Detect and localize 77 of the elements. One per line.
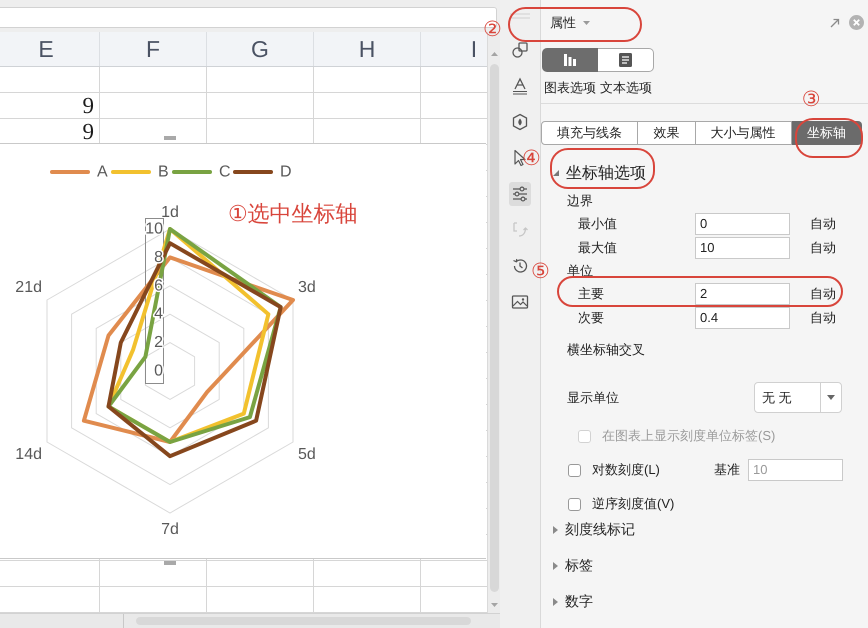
field-label: 次要	[578, 309, 604, 327]
auto-button[interactable]: 自动	[810, 215, 836, 233]
field-label: 显示单位	[567, 388, 619, 406]
input-field[interactable]: 0	[695, 213, 790, 235]
field-label: 最小值	[578, 215, 617, 233]
axis-label: 5d	[298, 446, 316, 463]
scroll-up-icon[interactable]	[490, 52, 498, 56]
scrollbar-thumb[interactable]	[490, 64, 498, 592]
input-field[interactable]: 2	[695, 283, 790, 305]
annotation-text: ①选中坐标轴	[228, 202, 358, 226]
group-label: 横坐标轴交叉	[567, 341, 645, 359]
axis-label: 21d	[15, 279, 42, 296]
table-cell: 9	[0, 93, 100, 118]
axis-label: 1d	[161, 204, 179, 221]
caret-icon	[583, 20, 590, 24]
field-label: 基准	[714, 461, 740, 479]
tab[interactable]: 大小与属性	[696, 121, 792, 145]
axis-label: 7d	[161, 521, 179, 538]
auto-button[interactable]: 自动	[810, 239, 836, 257]
panel-menu-button[interactable]: 属性	[550, 14, 590, 32]
column-header[interactable]: E	[0, 32, 100, 66]
field-label: 主要	[578, 285, 604, 303]
section-header[interactable]: 数字	[553, 590, 593, 614]
horizontal-scrollbar[interactable]	[0, 613, 500, 628]
tick-label: 2	[154, 334, 163, 352]
callout-number: ③	[802, 89, 821, 111]
tick-label: 0	[154, 362, 163, 380]
resize-handle[interactable]	[164, 561, 176, 565]
column-header[interactable]: F	[100, 32, 207, 66]
axis-label: 3d	[298, 279, 316, 296]
section-header[interactable]: 标签	[553, 554, 593, 578]
column-header[interactable]: H	[314, 32, 421, 66]
section-header[interactable]: 坐标轴选项	[553, 161, 646, 185]
resize-handle[interactable]	[164, 136, 176, 140]
diagonal-arrow-icon[interactable]	[830, 18, 840, 28]
auto-button[interactable]: 自动	[810, 285, 836, 303]
axis-label: 14d	[15, 446, 42, 463]
callout-number: ④	[522, 148, 541, 170]
column-header[interactable]: G	[207, 32, 314, 66]
triangle-icon[interactable]	[553, 562, 558, 570]
field-label: 最大值	[578, 239, 617, 257]
drag-handle-icon[interactable]	[510, 13, 530, 19]
mode-label: 文本选项	[600, 80, 652, 95]
mode-toggle-button[interactable]	[598, 48, 654, 72]
legend-label: D	[280, 164, 292, 180]
auto-button[interactable]: 自动	[810, 309, 836, 327]
checkbox-label: 在图表上显示刻度单位标签(S)	[602, 427, 776, 445]
group-label: 单位	[567, 262, 593, 280]
input-field[interactable]: 0.4	[695, 307, 790, 329]
triangle-icon[interactable]	[553, 598, 558, 606]
callout-number: ②	[483, 19, 502, 41]
legend-label: A	[97, 164, 108, 180]
scroll-down-icon[interactable]	[490, 603, 498, 607]
sliders-icon[interactable]	[509, 182, 531, 206]
tab[interactable]: 填充与线条	[541, 121, 638, 145]
checkbox[interactable]	[568, 464, 581, 476]
units-dropdown[interactable]: 无 无	[754, 382, 842, 413]
caret-icon	[827, 395, 835, 400]
legend-label: B	[158, 164, 169, 180]
triangle-icon[interactable]	[553, 170, 559, 176]
tab[interactable]: 坐标轴	[792, 121, 862, 145]
callout-number: ⑤	[531, 261, 550, 283]
mode-toggle-button[interactable]	[542, 48, 598, 72]
checkbox-label: 逆序刻度值(V)	[592, 495, 674, 513]
close-icon[interactable]	[849, 15, 864, 30]
checkbox-label: 对数刻度(L)	[592, 461, 660, 479]
section-header[interactable]: 刻度线标记	[553, 518, 635, 542]
input-field[interactable]: 10	[695, 237, 790, 259]
document-icon	[619, 53, 632, 67]
mode-label: 图表选项	[544, 80, 596, 95]
tab[interactable]: 效果	[638, 121, 696, 145]
legend-label: C	[219, 164, 231, 180]
bar-chart-icon	[564, 54, 576, 66]
triangle-icon[interactable]	[553, 526, 558, 534]
group-label: 边界	[567, 192, 593, 210]
tick-label: 10	[145, 220, 163, 238]
checkbox[interactable]	[568, 498, 581, 510]
